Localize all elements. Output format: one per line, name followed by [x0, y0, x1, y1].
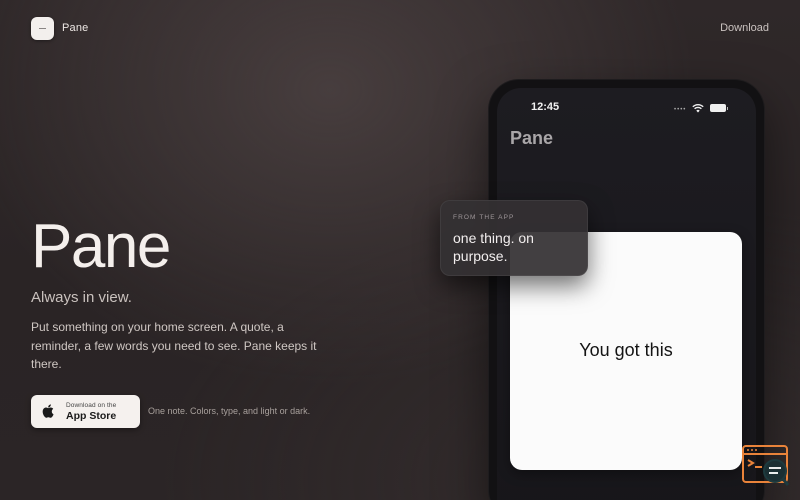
hero-description: Put something on your home screen. A quo…: [31, 320, 317, 371]
phone-mockup: 12:45 •••• Pane You got this: [489, 80, 764, 500]
widget-text: You got this: [579, 340, 673, 360]
browser-search-icon[interactable]: [742, 445, 790, 487]
top-nav: Pane Download: [0, 0, 800, 58]
store-note: One note. Colors, type, and light or dar…: [148, 406, 311, 416]
phone-app-title: Pane: [510, 128, 554, 148]
battery-icon: [710, 104, 728, 112]
store-button-label: App Store: [66, 410, 117, 422]
hero-tagline: Always in view.: [31, 289, 132, 306]
notification-text: one thing. on purpose.: [453, 230, 534, 264]
download-link[interactable]: Download: [720, 22, 769, 34]
hero-title: Pane: [31, 212, 171, 281]
app-store-button[interactable]: Download on the App Store: [31, 395, 140, 428]
status-time: 12:45: [531, 101, 560, 113]
apple-icon: [42, 404, 54, 418]
status-icons: ••••: [674, 103, 734, 113]
signal-dots-icon: ••••: [674, 107, 687, 113]
phone-screen: 12:45 •••• Pane You got this: [497, 88, 756, 500]
brand-name[interactable]: Pane: [62, 22, 89, 34]
app-notification-card: FROM THE APP one thing. on purpose.: [440, 200, 588, 276]
store-button-small-label: Download on the: [66, 402, 117, 409]
wifi-icon: [692, 103, 704, 113]
notification-label: FROM THE APP: [453, 214, 515, 221]
app-logo-icon[interactable]: [31, 17, 54, 40]
